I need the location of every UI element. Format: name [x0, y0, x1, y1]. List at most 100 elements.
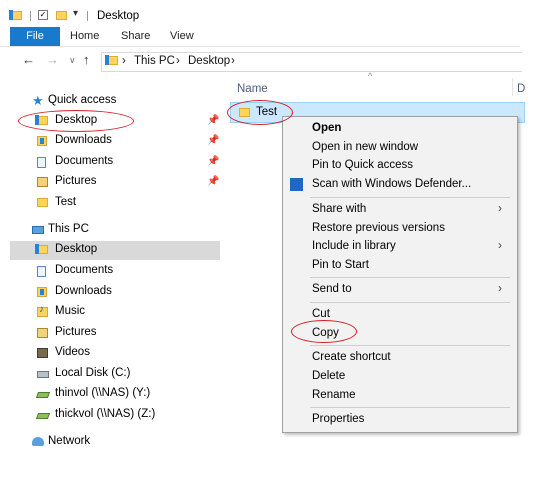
menu-separator [310, 345, 510, 346]
star-icon: ★ [32, 93, 44, 108]
menu-item-share-with[interactable]: Share with [312, 203, 366, 215]
pin-icon[interactable]: 📌 [207, 135, 219, 146]
menu-item-pin-quick-access[interactable]: Pin to Quick access [312, 159, 413, 171]
videos-icon [37, 348, 48, 358]
nav-pc-thickvol[interactable]: thickvol (\\NAS) (Z:) [10, 406, 220, 425]
menu-item-delete[interactable]: Delete [312, 370, 345, 382]
menu-separator [310, 407, 510, 408]
menu-item-scan-defender[interactable]: Scan with Windows Defender... [312, 178, 471, 190]
pin-icon[interactable]: 📌 [207, 176, 219, 187]
nav-quick-documents[interactable]: Documents 📌 [10, 153, 220, 172]
new-folder-icon[interactable] [56, 11, 67, 20]
menu-item-cut[interactable]: Cut [312, 308, 330, 320]
nav-label: This PC [48, 223, 89, 235]
nav-pc-videos[interactable]: Videos [10, 344, 220, 363]
title-bar: ✓ ▾ Desktop [0, 0, 533, 27]
breadcrumb-desktop[interactable]: Desktop [188, 55, 230, 67]
nav-label: Downloads [55, 134, 112, 146]
menu-item-send-to[interactable]: Send to [312, 283, 352, 295]
nav-label: Pictures [55, 326, 97, 338]
nav-label: Videos [55, 346, 90, 358]
pin-icon[interactable]: 📌 [207, 115, 219, 126]
window-title: Desktop [97, 10, 140, 22]
nav-quick-pictures[interactable]: Pictures 📌 [10, 173, 220, 192]
customize-toolbar-icon[interactable]: ▾ [73, 8, 78, 19]
properties-icon[interactable]: ✓ [38, 10, 48, 20]
nav-label: Network [48, 435, 91, 447]
downloads-icon [37, 136, 47, 146]
nav-label: Quick access [48, 94, 117, 106]
back-arrow-icon[interactable]: ← [22, 52, 35, 68]
forward-arrow-icon[interactable]: → [46, 52, 59, 68]
pin-icon[interactable]: 📌 [207, 156, 219, 167]
divider [30, 11, 31, 21]
breadcrumb-separator: › [231, 55, 235, 67]
nav-label: thinvol (\\NAS) (Y:) [55, 387, 151, 399]
menu-item-restore-versions[interactable]: Restore previous versions [312, 222, 445, 234]
highlight-ellipse-desktop [18, 110, 134, 132]
nav-pc-documents[interactable]: Documents [10, 262, 220, 281]
nav-label: Test [55, 196, 77, 208]
column-header-date[interactable]: D [517, 83, 525, 95]
nav-label: Music [55, 305, 86, 317]
tab-share[interactable]: Share [121, 27, 150, 46]
highlight-ellipse-test [227, 100, 293, 125]
sort-ascending-icon: ^ [368, 71, 373, 81]
tab-home[interactable]: Home [70, 27, 99, 46]
nav-pc-local-disk[interactable]: Local Disk (C:) [10, 365, 220, 384]
nav-quick-downloads[interactable]: Downloads 📌 [10, 132, 220, 151]
recent-locations-chevron-icon[interactable]: ∨ [69, 52, 76, 68]
music-icon [37, 304, 48, 317]
nav-pc-downloads[interactable]: Downloads [10, 283, 220, 302]
folder-icon [37, 198, 48, 207]
tab-file[interactable]: File [10, 27, 60, 46]
nav-pc-pictures[interactable]: Pictures [10, 324, 220, 343]
nav-label: Downloads [55, 285, 112, 297]
submenu-arrow-icon: › [498, 238, 502, 252]
menu-item-pin-start[interactable]: Pin to Start [312, 259, 369, 271]
tab-view[interactable]: View [170, 27, 194, 46]
nav-label: Pictures [55, 175, 97, 187]
pictures-icon [37, 177, 48, 187]
menu-item-open[interactable]: Open [312, 122, 341, 134]
column-header-name[interactable]: Name [237, 83, 268, 95]
windows-defender-icon [290, 178, 303, 191]
submenu-arrow-icon: › [498, 201, 502, 215]
breadcrumb-this-pc[interactable]: This PC [134, 55, 175, 67]
nav-label: Documents [55, 264, 114, 276]
nav-label: Local Disk (C:) [55, 367, 131, 379]
nav-pc-music[interactable]: Music [10, 303, 220, 322]
nav-label: Desktop [55, 243, 98, 255]
network-drive-icon [35, 389, 51, 398]
nav-pc-thinvol[interactable]: thinvol (\\NAS) (Y:) [10, 385, 220, 404]
submenu-arrow-icon: › [498, 281, 502, 295]
downloads-icon [37, 287, 47, 297]
this-pc-folder-icon [105, 55, 118, 65]
breadcrumb-separator: › [176, 55, 180, 67]
menu-item-create-shortcut[interactable]: Create shortcut [312, 351, 391, 363]
network-drive-icon [35, 410, 51, 419]
nav-label: thickvol (\\NAS) (Z:) [55, 408, 156, 420]
menu-item-open-new-window[interactable]: Open in new window [312, 141, 418, 153]
pictures-icon [37, 328, 48, 338]
nav-quick-access[interactable]: ★ Quick access [10, 92, 220, 111]
nav-pc-desktop[interactable]: Desktop [10, 241, 220, 260]
menu-item-properties[interactable]: Properties [312, 413, 364, 425]
nav-this-pc[interactable]: This PC [10, 221, 220, 240]
menu-item-include-library[interactable]: Include in library [312, 240, 396, 252]
documents-icon [37, 157, 46, 168]
up-arrow-icon[interactable]: ↑ [83, 52, 90, 68]
breadcrumb-separator: › [122, 55, 126, 67]
documents-icon [37, 266, 46, 277]
highlight-ellipse-copy [291, 320, 357, 343]
nav-quick-test[interactable]: Test [10, 194, 220, 213]
menu-separator [310, 277, 510, 278]
menu-separator [310, 197, 510, 198]
computer-icon [32, 225, 44, 234]
menu-separator [310, 302, 510, 303]
column-divider[interactable] [512, 78, 513, 96]
desktop-folder-icon [35, 244, 48, 254]
menu-item-rename[interactable]: Rename [312, 389, 355, 401]
nav-network[interactable]: Network [10, 433, 220, 452]
context-menu: Open Open in new window Pin to Quick acc… [282, 116, 518, 433]
